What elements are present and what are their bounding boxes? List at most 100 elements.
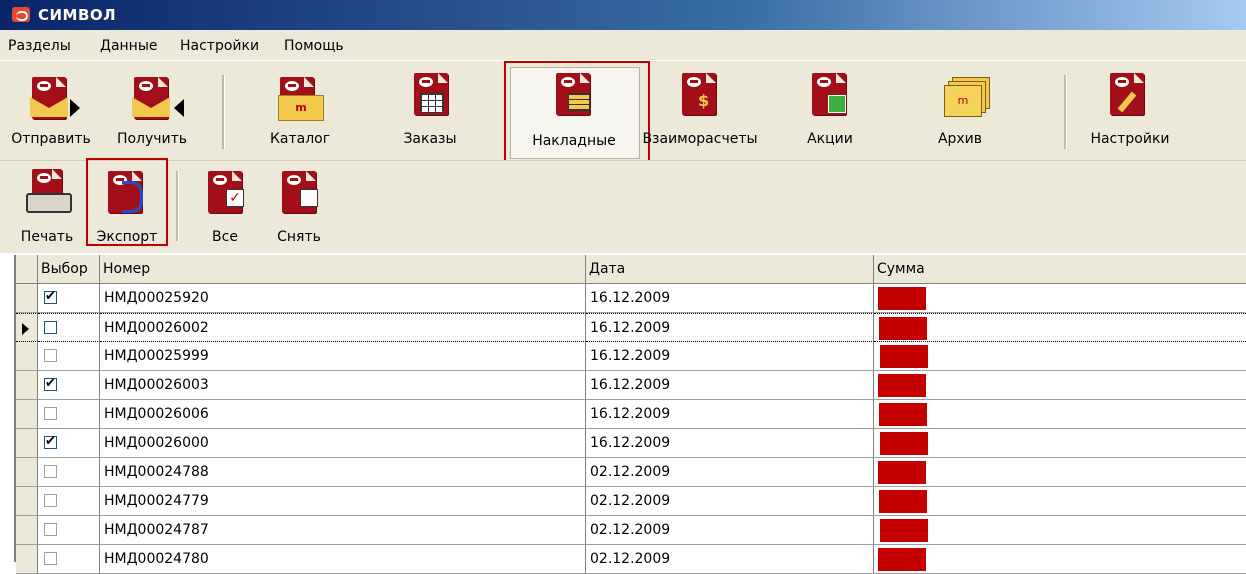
sum-cell[interactable] [874,545,1246,574]
row-checkbox[interactable] [44,494,57,507]
select-cell: ✔ [38,429,100,458]
row-checkbox[interactable] [44,523,57,536]
row-indicator [16,516,38,545]
sum-cell[interactable] [874,342,1246,371]
select-cell [38,487,100,516]
menu-help[interactable]: Помощь [284,38,344,54]
date-cell[interactable]: 16.12.2009 [586,371,874,400]
select-cell [38,458,100,487]
invoices-grid[interactable]: Выбор Номер Дата Сумма ✔ НМД00025920 16.12… [14,255,1246,574]
promotions-button[interactable]: Акции [790,61,870,159]
title-bar: СИМВОЛ [0,0,1246,30]
redacted-amount [879,317,927,340]
receive-mail-icon [132,77,184,119]
row-checkbox[interactable]: ✔ [44,289,57,304]
select-all-icon: ✓ [208,171,244,213]
table-row[interactable]: ✔ НМД00025920 16.12.2009 [16,284,1246,313]
sum-cell[interactable] [874,313,1246,342]
number-cell[interactable]: НМД00025999 [100,342,586,371]
date-cell[interactable]: 16.12.2009 [586,313,874,342]
date-cell[interactable]: 02.12.2009 [586,487,874,516]
receive-button[interactable]: Получить [102,61,202,159]
table-row[interactable]: НМД00026002 16.12.2009 [16,313,1246,342]
grid-header: Выбор Номер Дата Сумма [16,255,1246,284]
archive-button[interactable]: m Архив [900,61,1020,159]
date-cell[interactable]: 16.12.2009 [586,400,874,429]
number-cell[interactable]: НМД00024788 [100,458,586,487]
send-mail-icon [30,77,80,119]
sum-cell[interactable] [874,516,1246,545]
row-checkbox[interactable]: ✔ [44,376,57,391]
toolbar-separator [1064,75,1067,149]
table-row[interactable]: НМД00024779 02.12.2009 [16,487,1246,516]
row-checkbox[interactable] [44,465,57,478]
sum-cell[interactable] [874,400,1246,429]
header-number[interactable]: Номер [100,255,586,283]
table-row[interactable]: НМД00024780 02.12.2009 [16,545,1246,574]
row-checkbox[interactable] [44,552,57,565]
table-row[interactable]: НМД00026006 16.12.2009 [16,400,1246,429]
menu-settings[interactable]: Настройки [180,38,259,54]
row-indicator [16,284,38,313]
sum-cell[interactable] [874,429,1246,458]
sum-cell[interactable] [874,284,1246,313]
settings-label: Настройки [1090,131,1170,147]
menu-bar: Разделы Данные Настройки Помощь [0,30,1246,60]
sum-cell[interactable] [874,458,1246,487]
select-cell [38,342,100,371]
print-button[interactable]: Печать [12,161,82,251]
export-highlight-frame [86,158,168,246]
settings-button[interactable]: Настройки [1080,61,1180,159]
orders-button[interactable]: Заказы [380,61,480,159]
header-select[interactable]: Выбор [38,255,100,283]
date-cell[interactable]: 16.12.2009 [586,342,874,371]
header-date[interactable]: Дата [586,255,874,283]
date-cell[interactable]: 02.12.2009 [586,458,874,487]
menu-data[interactable]: Данные [100,38,158,54]
select-all-label: Все [212,229,238,245]
row-checkbox[interactable]: ✔ [44,434,57,449]
send-button[interactable]: Отправить [2,61,100,159]
archive-label: Архив [937,131,983,147]
number-cell[interactable]: НМД00026002 [100,313,586,342]
catalog-folder-icon: m [278,77,324,121]
row-checkbox[interactable] [44,407,57,420]
redacted-amount [878,374,926,397]
number-cell[interactable]: НМД00024780 [100,545,586,574]
catalog-button[interactable]: m Каталог [250,61,350,159]
table-row[interactable]: НМД00024788 02.12.2009 [16,458,1246,487]
row-checkbox[interactable] [44,349,57,362]
send-label: Отправить [11,131,91,147]
settlements-button[interactable]: $ Взаиморасчеты [640,61,760,159]
header-indicator [16,255,38,283]
number-cell[interactable]: НМД00024779 [100,487,586,516]
row-indicator [16,545,38,574]
number-cell[interactable]: НМД00024787 [100,516,586,545]
row-checkbox[interactable] [44,321,57,334]
header-sum[interactable]: Сумма [874,255,1246,283]
sum-cell[interactable] [874,487,1246,516]
app-logo-icon [12,7,30,22]
date-cell[interactable]: 02.12.2009 [586,516,874,545]
redacted-amount [878,461,926,484]
checkmark-icon: ✔ [45,376,56,391]
table-row[interactable]: НМД00024787 02.12.2009 [16,516,1246,545]
table-row[interactable]: ✔ НМД00026003 16.12.2009 [16,371,1246,400]
table-row[interactable]: НМД00025999 16.12.2009 [16,342,1246,371]
menu-sections[interactable]: Разделы [8,38,71,54]
number-cell[interactable]: НМД00025920 [100,284,586,313]
checkmark-icon: ✔ [45,289,56,304]
date-cell[interactable]: 16.12.2009 [586,429,874,458]
settings-icon [1110,73,1144,115]
settlements-label: Взаиморасчеты [642,131,758,147]
sum-cell[interactable] [874,371,1246,400]
number-cell[interactable]: НМД00026000 [100,429,586,458]
date-cell[interactable]: 02.12.2009 [586,545,874,574]
date-cell[interactable]: 16.12.2009 [586,284,874,313]
select-all-button[interactable]: ✓ Все [190,161,260,251]
deselect-button[interactable]: Снять [264,161,334,251]
number-cell[interactable]: НМД00026003 [100,371,586,400]
table-row[interactable]: ✔ НМД00026000 16.12.2009 [16,429,1246,458]
number-cell[interactable]: НМД00026006 [100,400,586,429]
deselect-label: Снять [277,229,321,245]
